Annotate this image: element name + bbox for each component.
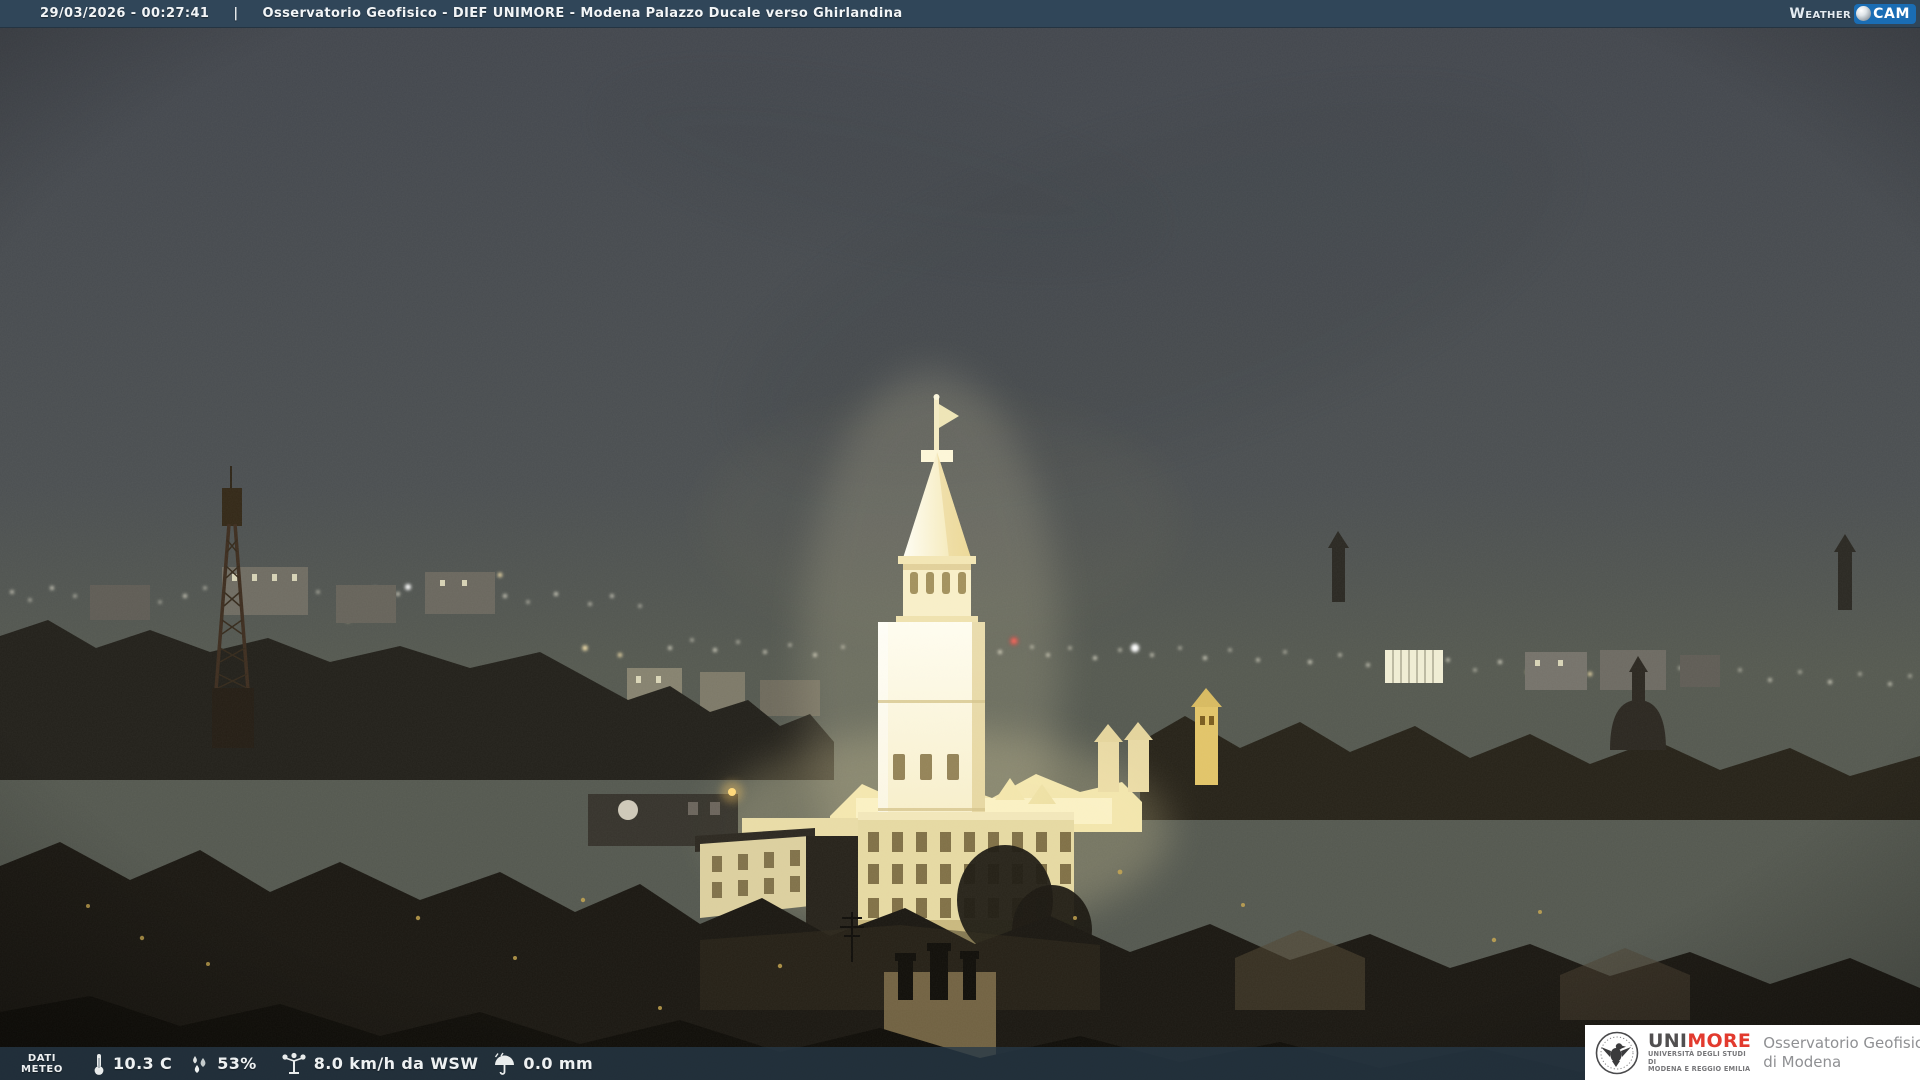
temperature-reading: 10.3 C [92,1052,172,1076]
wind-reading: 8.0 km/h da WSW [281,1052,479,1076]
webcam-photo [0,0,1920,1080]
dati-meteo-line1: DATI [27,1052,57,1064]
unimore-name-uni: UNI [1648,1030,1688,1053]
webcam-page: 29/03/2026 - 00:27:41 | Osservatorio Geo… [0,0,1920,1080]
weathercam-cam-text: CAM [1873,5,1910,22]
unimore-name-more: MORE [1687,1030,1752,1053]
timestamp: 29/03/2026 - 00:27:41 [40,6,210,21]
dati-meteo-line2: METEO [21,1063,63,1075]
weathercam-cam-badge: CAM [1854,3,1916,24]
rain-reading: 0.0 mm [492,1052,593,1076]
unimore-subtitle-line2: MODENA E REGGIO EMILIA [1648,1065,1751,1074]
unimore-brand: UNIMORE UNIVERSITÀ DEGLI STUDI DI MODENA… [1648,1031,1751,1074]
humidity-reading: 53% [188,1053,257,1075]
webcam-title: Osservatorio Geofisico - DIEF UNIMORE - … [262,6,903,21]
globe-icon [1856,6,1872,21]
thermometer-icon [94,1053,104,1075]
separator: | [233,6,239,21]
temperature-value: 10.3 C [113,1054,173,1073]
observatory-line1: Osservatorio Geofisico [1763,1033,1920,1052]
wind-value: 8.0 km/h da WSW [313,1054,479,1073]
wind-vane-icon [282,1052,306,1074]
title-bar: 29/03/2026 - 00:27:41 | Osservatorio Geo… [0,0,1920,28]
unimore-name: UNIMORE [1648,1031,1751,1051]
observatory-line2: di Modena [1763,1052,1842,1071]
unimore-logo[interactable]: UNIMORE UNIVERSITÀ DEGLI STUDI DI MODENA… [1585,1025,1920,1080]
unimore-seal-icon [1595,1031,1639,1074]
humidity-icon [193,1055,206,1073]
weathercam-weather-text: Weather [1789,5,1852,22]
dati-meteo-label: DATI METEO [18,1053,66,1075]
umbrella-icon [495,1052,515,1075]
humidity-value: 53% [217,1054,257,1073]
vignette [0,0,1920,1080]
unimore-subtitle-line1: UNIVERSITÀ DEGLI STUDI DI [1648,1050,1746,1066]
weathercam-logo[interactable]: Weather CAM [1789,3,1916,24]
observatory-name: Osservatorio Geofisico di Modena [1763,1034,1920,1072]
rain-value: 0.0 mm [523,1054,594,1073]
